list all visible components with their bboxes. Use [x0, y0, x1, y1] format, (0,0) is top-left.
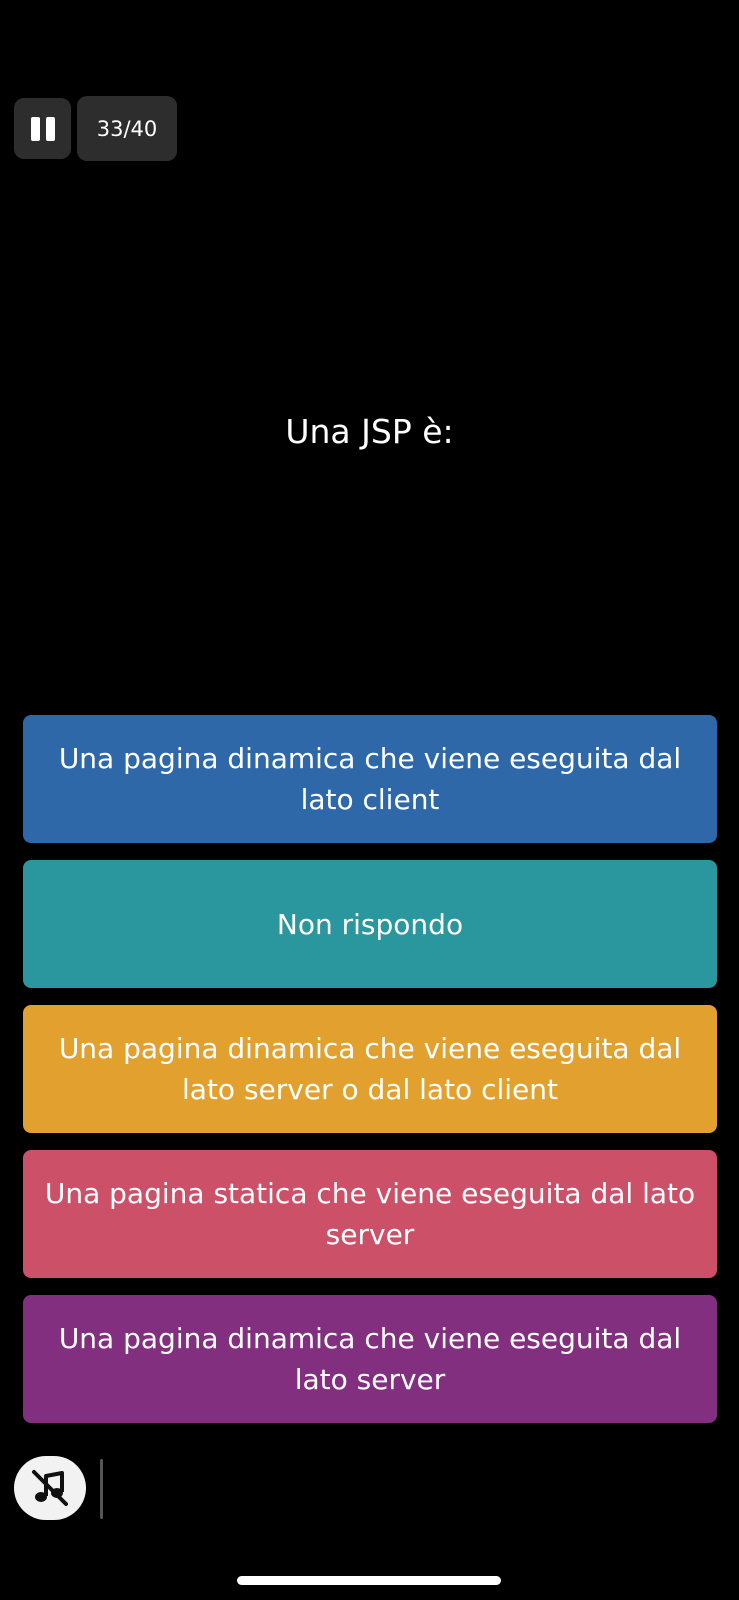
pause-button[interactable] [14, 98, 71, 159]
answer-option-3[interactable]: Una pagina dinamica che viene eseguita d… [23, 1005, 717, 1133]
home-indicator[interactable] [237, 1576, 501, 1585]
quiz-screen: 33/40 Una JSP è: Una pagina dinamica che… [0, 0, 739, 1600]
answer-option-1[interactable]: Una pagina dinamica che viene eseguita d… [23, 715, 717, 843]
answer-list: Una pagina dinamica che viene eseguita d… [23, 715, 717, 1440]
answer-option-5[interactable]: Una pagina dinamica che viene eseguita d… [23, 1295, 717, 1423]
question-text: Una JSP è: [285, 412, 454, 451]
answer-option-4[interactable]: Una pagina statica che viene eseguita da… [23, 1150, 717, 1278]
music-off-icon [32, 1470, 68, 1506]
music-toggle-button[interactable] [14, 1456, 86, 1520]
pause-icon [30, 116, 55, 141]
answer-option-2[interactable]: Non rispondo [23, 860, 717, 988]
divider [100, 1459, 103, 1519]
question-counter: 33/40 [77, 96, 177, 161]
